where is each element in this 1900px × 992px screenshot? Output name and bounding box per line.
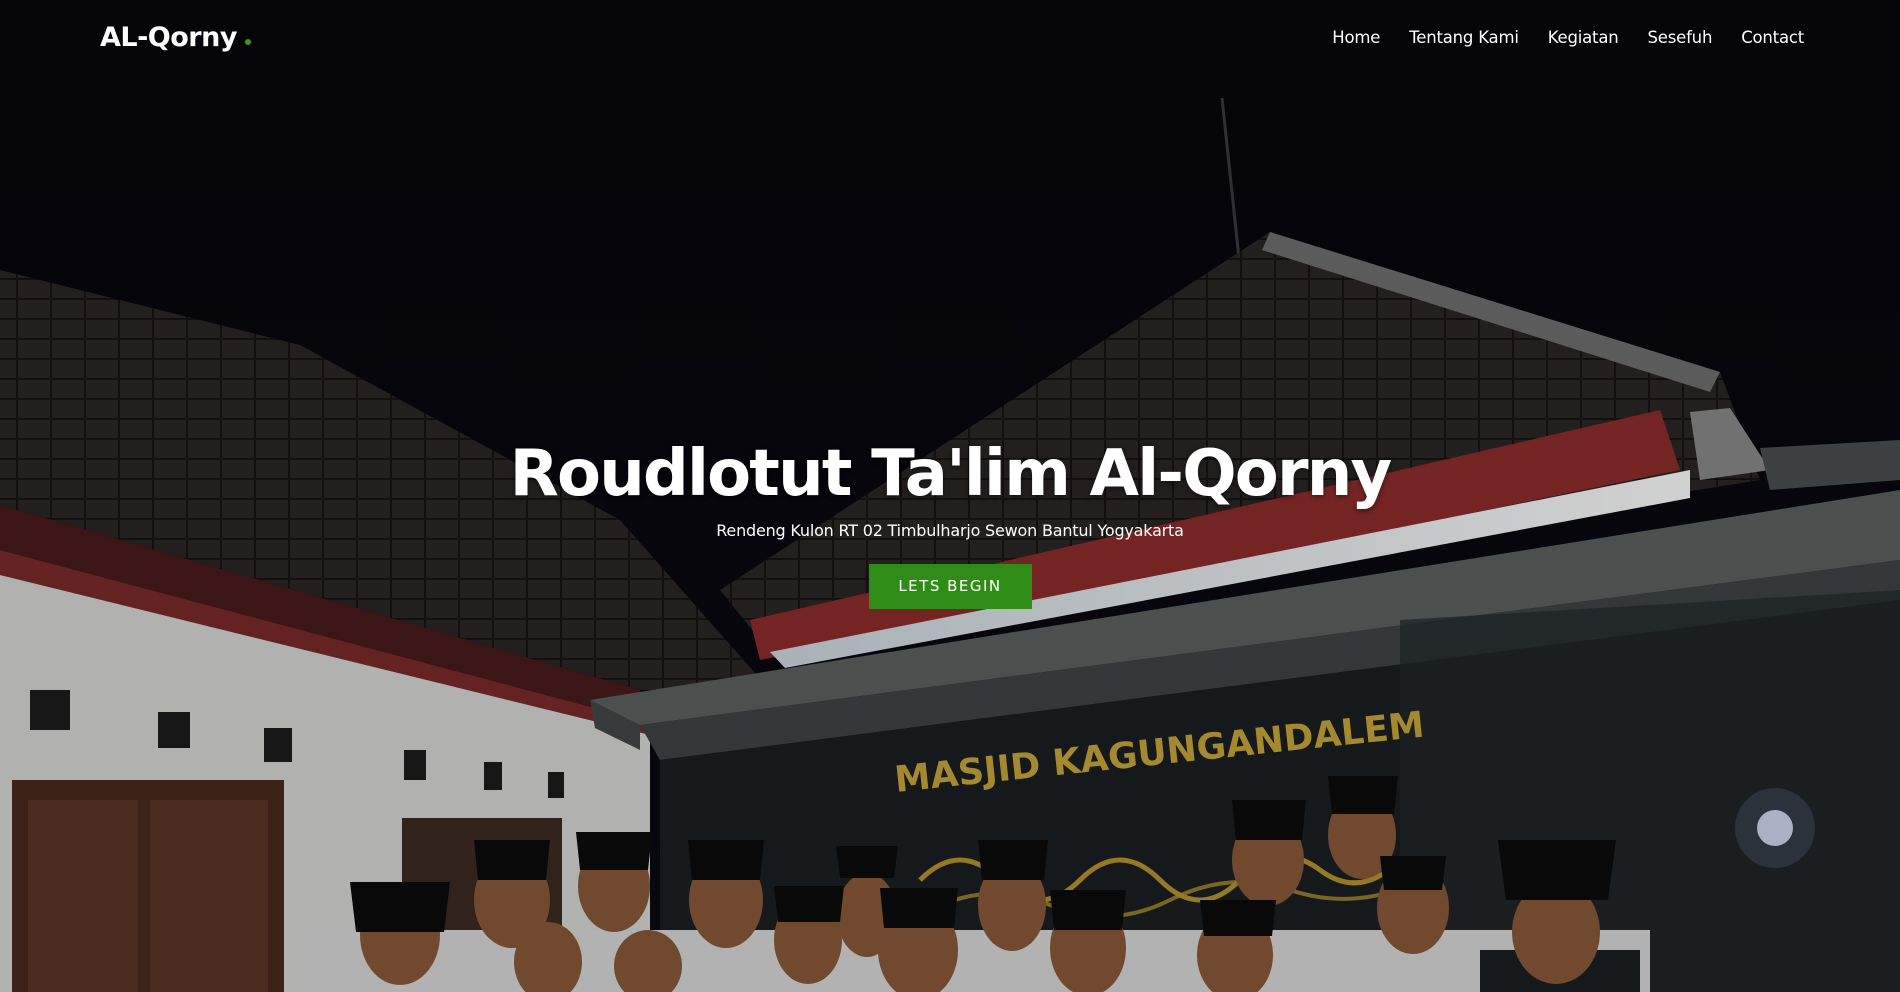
nav-link-contact[interactable]: Contact (1741, 28, 1804, 47)
nav-link-tentang-kami[interactable]: Tentang Kami (1409, 28, 1519, 47)
nav-link-sesefuh[interactable]: Sesefuh (1648, 28, 1713, 47)
hero-section: MASJID KAGUNGANDALEM AL-Qorny Home Tenta… (0, 0, 1900, 992)
nav-item-tentang-kami: Tentang Kami (1409, 28, 1519, 48)
hero-title: Roudlotut Ta'lim Al-Qorny (509, 437, 1393, 511)
lets-begin-button[interactable]: LETS BEGIN (868, 564, 1032, 609)
navbar: AL-Qorny Home Tentang Kami Kegiatan Sese… (0, 0, 1900, 80)
brand-logo[interactable]: AL-Qorny (100, 22, 251, 53)
nav-item-sesefuh: Sesefuh (1648, 28, 1713, 48)
nav-menu: Home Tentang Kami Kegiatan Sesefuh Conta… (1332, 28, 1804, 48)
nav-item-home: Home (1332, 28, 1380, 48)
brand-name: AL-Qorny (100, 22, 237, 53)
brand-dot-icon (244, 39, 251, 45)
hero-content: Roudlotut Ta'lim Al-Qorny Rendeng Kulon … (0, 436, 1900, 609)
nav-item-contact: Contact (1741, 28, 1804, 48)
hero-subtitle: Rendeng Kulon RT 02 Timbulharjo Sewon Ba… (716, 521, 1184, 540)
nav-link-home[interactable]: Home (1332, 28, 1380, 47)
nav-link-kegiatan[interactable]: Kegiatan (1548, 28, 1619, 47)
nav-item-kegiatan: Kegiatan (1548, 28, 1619, 48)
